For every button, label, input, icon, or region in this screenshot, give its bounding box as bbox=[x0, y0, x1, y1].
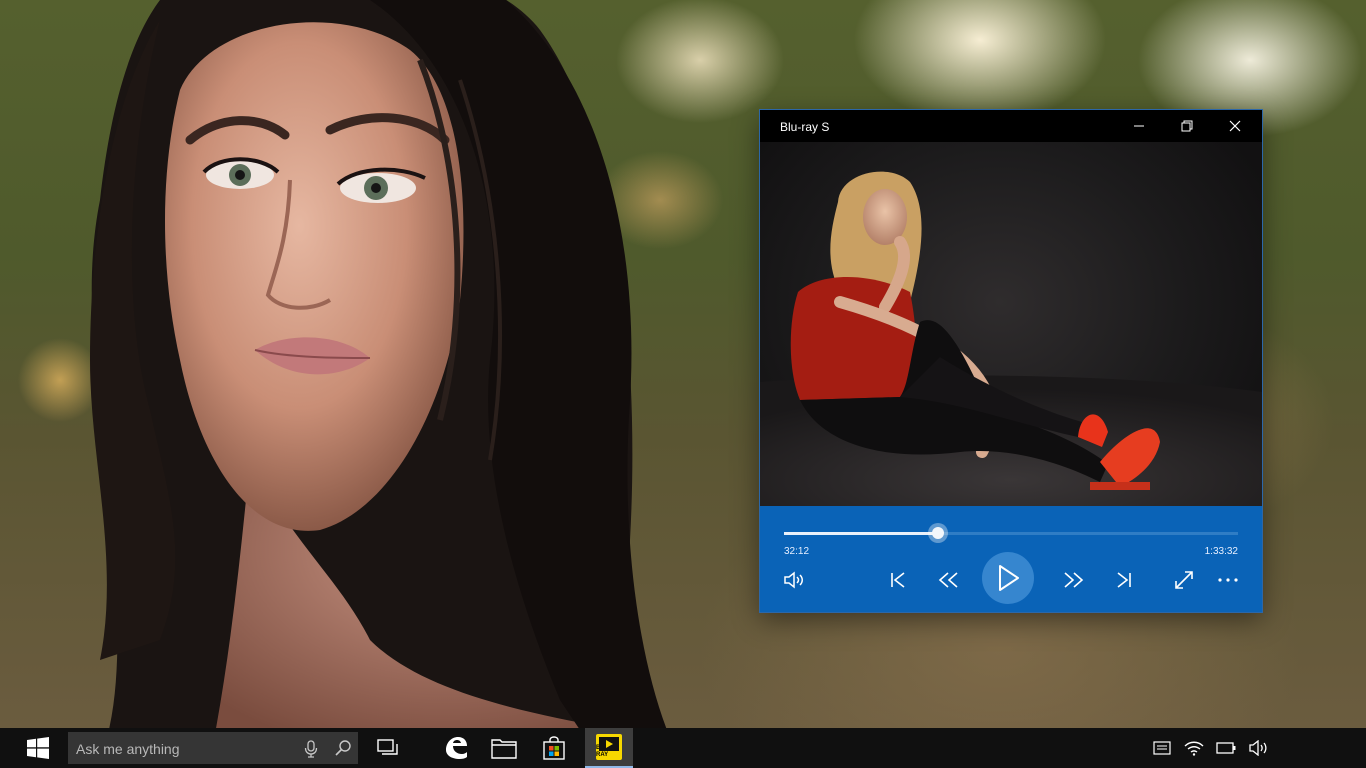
playback-controls: 32:12 1:33:32 bbox=[760, 506, 1262, 612]
play-button[interactable] bbox=[982, 552, 1034, 604]
seek-bar-progress bbox=[784, 532, 939, 535]
previous-track-button[interactable] bbox=[880, 562, 916, 598]
volume-icon bbox=[784, 571, 803, 589]
minimize-button[interactable] bbox=[1116, 110, 1162, 142]
store-button[interactable] bbox=[530, 728, 578, 768]
search-box[interactable]: Ask me anything bbox=[68, 732, 358, 764]
battery-icon bbox=[1216, 742, 1236, 754]
fullscreen-icon bbox=[1175, 571, 1193, 589]
skip-previous-icon bbox=[891, 572, 905, 588]
wifi-icon bbox=[1184, 741, 1204, 756]
restore-icon bbox=[1181, 120, 1193, 132]
bluray-player-taskbar-button[interactable]: BLU-RAY bbox=[585, 728, 633, 768]
microphone-icon[interactable] bbox=[304, 740, 318, 758]
fast-forward-icon bbox=[1064, 572, 1084, 588]
wifi-button[interactable] bbox=[1178, 728, 1210, 768]
task-view-icon bbox=[377, 739, 398, 755]
rewind-button[interactable] bbox=[930, 562, 966, 598]
store-icon bbox=[543, 736, 565, 760]
more-options-button[interactable] bbox=[1210, 562, 1246, 598]
play-icon bbox=[999, 565, 1019, 591]
rewind-icon bbox=[938, 572, 958, 588]
search-icon[interactable] bbox=[334, 739, 352, 757]
volume-icon bbox=[1249, 740, 1267, 756]
video-scene bbox=[760, 171, 1262, 506]
action-center-icon bbox=[1153, 741, 1171, 755]
next-track-button[interactable] bbox=[1106, 562, 1142, 598]
bluray-app-icon: BLU-RAY bbox=[596, 734, 622, 760]
skip-next-icon bbox=[1117, 572, 1131, 588]
seek-bar[interactable] bbox=[784, 523, 1238, 543]
taskbar: Ask me anything B RAY bbox=[0, 728, 1366, 768]
window-title: Blu-ray S bbox=[780, 120, 830, 134]
seek-thumb[interactable] bbox=[928, 523, 949, 543]
wallpaper-portrait bbox=[90, 0, 667, 728]
player-window: Blu-ray S 32:12 1:33:32 bbox=[760, 110, 1262, 612]
action-center-button[interactable] bbox=[1146, 728, 1178, 768]
battery-button[interactable] bbox=[1210, 728, 1242, 768]
total-time: 1:33:32 bbox=[1204, 546, 1238, 557]
more-icon bbox=[1218, 578, 1238, 582]
windows-logo-icon bbox=[27, 737, 49, 759]
edge-browser-button[interactable] bbox=[432, 728, 480, 768]
fast-forward-button[interactable] bbox=[1056, 562, 1092, 598]
file-explorer-icon bbox=[491, 739, 517, 759]
volume-button[interactable] bbox=[776, 562, 812, 598]
title-bar[interactable]: Blu-ray S bbox=[760, 110, 1262, 142]
fullscreen-button[interactable] bbox=[1166, 562, 1202, 598]
restore-button[interactable] bbox=[1164, 110, 1210, 142]
current-time: 32:12 bbox=[784, 546, 810, 557]
start-button[interactable] bbox=[14, 728, 62, 768]
task-view-button[interactable] bbox=[364, 728, 412, 768]
volume-tray-button[interactable] bbox=[1242, 728, 1274, 768]
minimize-icon bbox=[1134, 125, 1144, 127]
edge-browser-icon bbox=[446, 737, 467, 759]
file-explorer-button[interactable] bbox=[480, 728, 528, 768]
film-play-icon bbox=[599, 737, 619, 751]
video-frame[interactable] bbox=[760, 142, 1262, 506]
close-icon bbox=[1229, 120, 1241, 132]
search-placeholder: Ask me anything bbox=[76, 741, 180, 757]
close-button[interactable] bbox=[1212, 110, 1258, 142]
